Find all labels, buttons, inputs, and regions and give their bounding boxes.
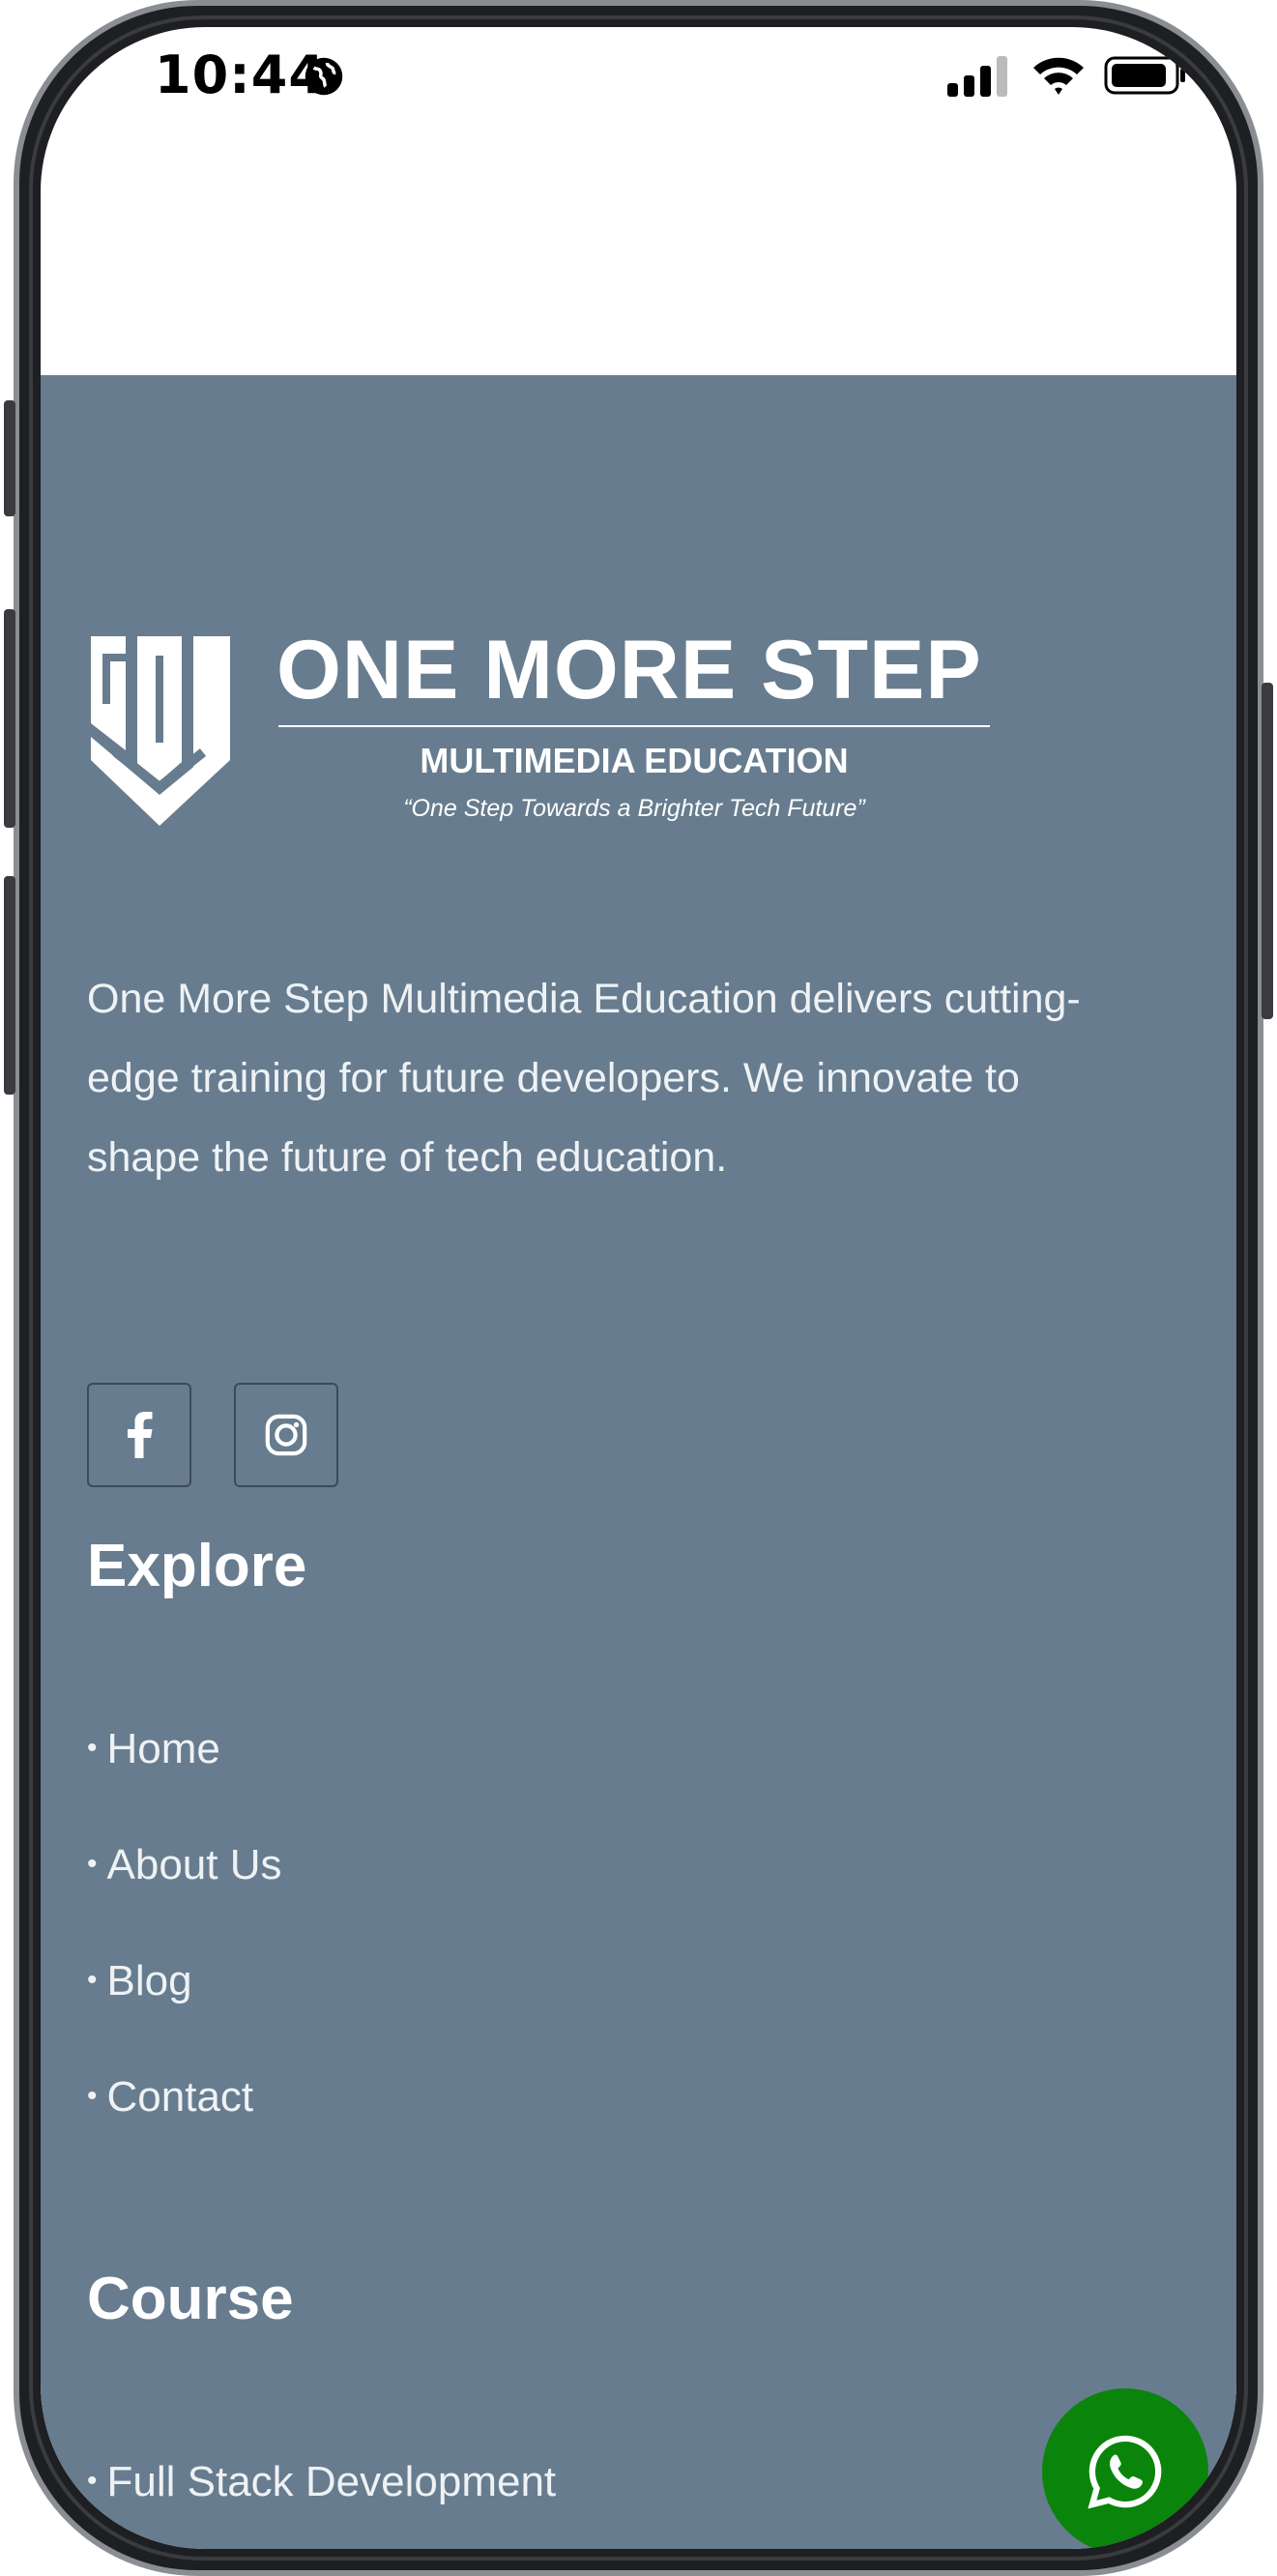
bullet: •	[87, 2080, 98, 2112]
footer-link-about-us[interactable]: • About Us	[87, 1841, 282, 1889]
footer-description: One More Step Multimedia Education deliv…	[87, 976, 1081, 1181]
logo-divider	[278, 725, 990, 727]
screen: 10:44 ONE MORE STEP MULTIMEDIA EDUCATION…	[41, 27, 1236, 2549]
whatsapp-chat-button[interactable]	[1042, 2388, 1208, 2549]
phone-frame: 10:44 ONE MORE STEP MULTIMEDIA EDUCATION…	[14, 0, 1263, 2576]
bullet: •	[87, 1964, 98, 1996]
facebook-link[interactable]	[87, 1383, 191, 1487]
footer-link-home[interactable]: • Home	[87, 1725, 220, 1773]
wifi-icon	[1033, 57, 1084, 95]
globe-icon	[305, 57, 343, 96]
link-label: About Us	[106, 1841, 282, 1888]
site-footer: ONE MORE STEP MULTIMEDIA EDUCATION “One …	[41, 375, 1236, 2549]
bullet: •	[87, 1732, 98, 1764]
link-label: Blog	[106, 1957, 192, 2005]
logo-mark-icon	[91, 636, 230, 826]
logo-tagline: “One Step Towards a Brighter Tech Future…	[403, 795, 865, 822]
power-button	[1262, 683, 1273, 1019]
bullet: •	[87, 1848, 98, 1880]
link-label: Home	[106, 1725, 220, 1772]
volume-up-button	[4, 609, 15, 828]
instagram-icon	[265, 1414, 307, 1456]
action-button	[4, 400, 15, 516]
link-label: Contact	[106, 2073, 254, 2121]
link-label: Full Stack Development	[106, 2458, 557, 2505]
whatsapp-icon	[1088, 2435, 1162, 2509]
logo-subtitle: MULTIMEDIA EDUCATION	[420, 741, 849, 780]
instagram-link[interactable]	[234, 1383, 338, 1487]
cellular-signal-icon	[947, 56, 1007, 97]
footer-link-blog[interactable]: • Blog	[87, 1957, 192, 2005]
logo-title: ONE MORE STEP	[276, 624, 982, 717]
facebook-icon	[128, 1412, 153, 1458]
brand-logo[interactable]: ONE MORE STEP MULTIMEDIA EDUCATION “One …	[87, 624, 1025, 830]
status-bar: 10:44	[41, 27, 1236, 133]
volume-down-button	[4, 876, 15, 1095]
status-time: 10:44	[155, 44, 326, 105]
explore-heading: Explore	[87, 1533, 307, 1599]
footer-link-contact[interactable]: • Contact	[87, 2073, 253, 2122]
course-heading: Course	[87, 2266, 294, 2332]
battery-icon	[1104, 56, 1185, 95]
bullet: •	[87, 2465, 98, 2497]
footer-link-full-stack-development[interactable]: • Full Stack Development	[87, 2458, 556, 2506]
